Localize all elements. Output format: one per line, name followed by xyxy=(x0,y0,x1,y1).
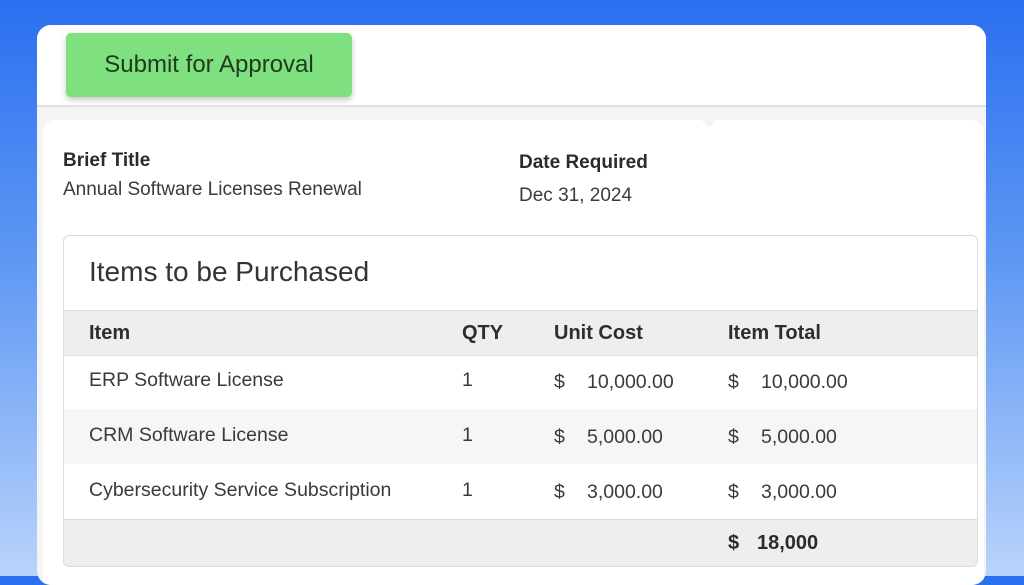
item-total-value: 3,000.00 xyxy=(761,481,837,503)
unit-cost-value: 5,000.00 xyxy=(587,426,663,448)
column-header-item: Item xyxy=(89,322,131,344)
unit-cost-currency: $ xyxy=(554,371,565,393)
grand-total-value: 18,000 xyxy=(757,532,819,554)
item-qty: 1 xyxy=(462,424,473,446)
column-header-qty: QTY xyxy=(462,322,504,344)
submit-for-approval-button[interactable]: Submit for Approval xyxy=(66,33,352,97)
table-footer-total: $ 18,000 xyxy=(64,519,977,566)
item-qty: 1 xyxy=(462,479,473,501)
date-required-value: Dec 31, 2024 xyxy=(519,185,633,206)
item-total-value: 10,000.00 xyxy=(761,371,848,393)
item-total-currency: $ xyxy=(728,371,739,393)
items-table-panel: Items to be Purchased Item QTY Unit Cost… xyxy=(63,235,978,567)
items-heading: Items to be Purchased xyxy=(89,256,370,287)
table-row: ERP Software License 1 $ 10,000.00 $ 10,… xyxy=(64,354,977,409)
table-row: CRM Software License 1 $ 5,000.00 $ 5,00… xyxy=(64,409,977,464)
table-row: Cybersecurity Service Subscription 1 $ 3… xyxy=(64,464,977,519)
request-card: Brief Title Annual Software Licenses Ren… xyxy=(43,120,984,585)
item-name: Cybersecurity Service Subscription xyxy=(89,479,392,501)
brief-title-value: Annual Software Licenses Renewal xyxy=(63,179,362,200)
brief-title-label: Brief Title xyxy=(63,150,151,171)
grand-total-currency: $ xyxy=(728,532,740,554)
column-header-item-total: Item Total xyxy=(728,322,821,344)
item-name: CRM Software License xyxy=(89,424,289,446)
date-required-label: Date Required xyxy=(519,152,648,173)
unit-cost-currency: $ xyxy=(554,481,565,503)
unit-cost-value: 10,000.00 xyxy=(587,371,674,393)
column-header-unit-cost: Unit Cost xyxy=(554,322,643,344)
item-qty: 1 xyxy=(462,369,473,391)
unit-cost-currency: $ xyxy=(554,426,565,448)
app-window: Submit for Approval Brief Title Annual S… xyxy=(37,25,986,585)
unit-cost-value: 3,000.00 xyxy=(587,481,663,503)
table-header: Item QTY Unit Cost Item Total xyxy=(64,310,977,356)
item-total-value: 5,000.00 xyxy=(761,426,837,448)
item-total-currency: $ xyxy=(728,426,739,448)
toolbar: Submit for Approval xyxy=(37,25,986,107)
item-total-currency: $ xyxy=(728,481,739,503)
item-name: ERP Software License xyxy=(89,369,284,391)
